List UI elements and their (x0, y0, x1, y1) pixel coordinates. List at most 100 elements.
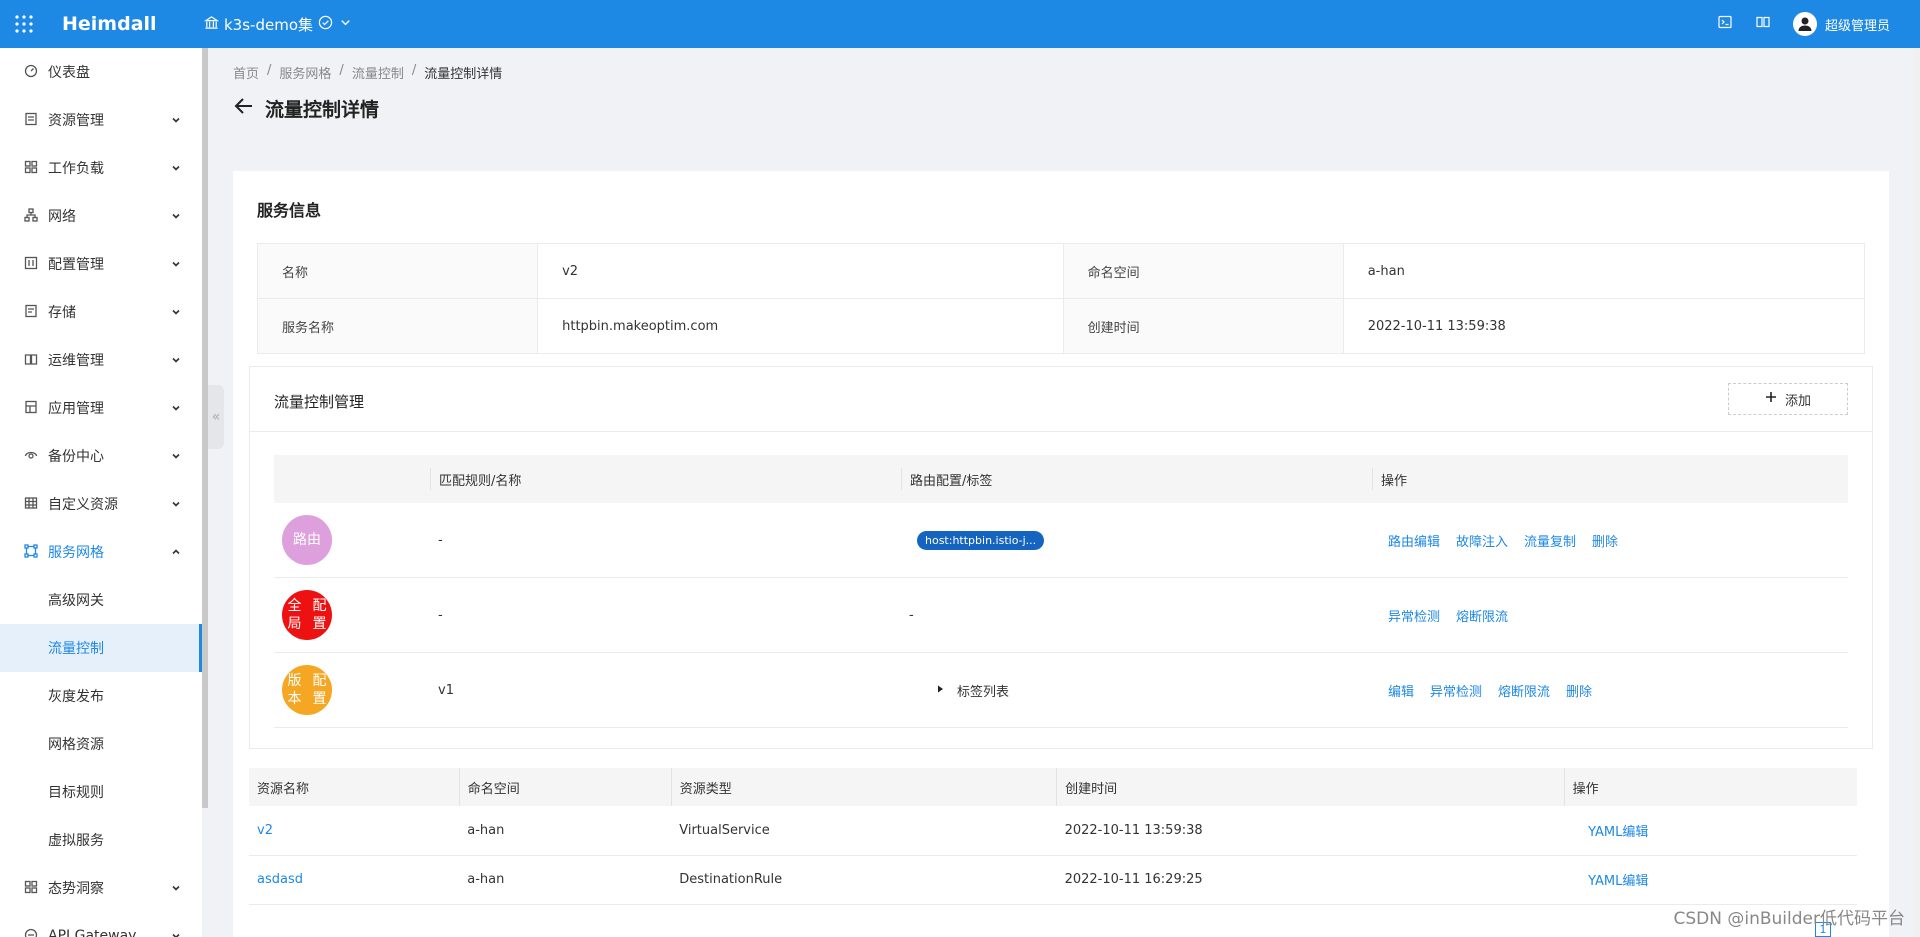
resource-name-link[interactable]: v2 (249, 806, 460, 856)
breadcrumb-separator: / (267, 63, 272, 78)
breadcrumb-home[interactable]: 首页 (233, 63, 259, 82)
cluster-selector[interactable]: k3s-demo集 (203, 14, 353, 35)
workload-icon (24, 160, 40, 176)
chevron-down-icon (172, 165, 180, 171)
caret-right-icon (935, 683, 945, 698)
sidebar-item-backup[interactable]: 备份中心 (0, 432, 202, 480)
sidebar-item-workloads[interactable]: 工作负载 (0, 144, 202, 192)
add-button[interactable]: 添加 (1728, 383, 1848, 415)
service-name-value: httpbin.makeoptim.com (537, 298, 1064, 354)
sidebar-item-apps[interactable]: 应用管理 (0, 384, 202, 432)
created-value: 2022-10-11 13:59:38 (1342, 298, 1866, 354)
outlier-detection-link[interactable]: 异常检测 (1430, 681, 1482, 700)
tag-list-toggle[interactable]: 标签列表 (935, 681, 1372, 700)
route-edit-link[interactable]: 路由编辑 (1388, 531, 1440, 550)
sidebar-subitem-virtual-services[interactable]: 虚拟服务 (0, 816, 202, 864)
sidebar-item-label: 态势洞察 (48, 881, 104, 897)
sidebar-item-label: 自定义资源 (48, 497, 118, 513)
chevron-down-icon (172, 453, 180, 459)
sidebar-item-api-gateway[interactable]: API Gateway (0, 912, 202, 937)
resource-name-link[interactable]: asdasd (249, 855, 460, 905)
resource-created: 2022-10-11 13:59:38 (1056, 806, 1565, 856)
fault-injection-link[interactable]: 故障注入 (1456, 531, 1508, 550)
sidebar-item-config[interactable]: 配置管理 (0, 240, 202, 288)
page-title: 流量控制详情 (233, 95, 379, 122)
sidebar: 仪表盘 资源管理 工作负载 网络 配置管理 存储 运维管理 应用管理 备份中心 (0, 48, 202, 937)
chevron-down-icon (172, 261, 180, 267)
delete-link[interactable]: 删除 (1592, 531, 1618, 550)
resource-created: 2022-10-11 16:29:25 (1056, 855, 1565, 905)
sidebar-item-ops[interactable]: 运维管理 (0, 336, 202, 384)
sidebar-item-network[interactable]: 网络 (0, 192, 202, 240)
version-config-badge: 版本 配置 (282, 665, 332, 715)
sidebar-item-custom-resources[interactable]: 自定义资源 (0, 480, 202, 528)
sidebar-item-label: 服务网格 (48, 545, 104, 561)
breadcrumb: 首页 / 服务网格 / 流量控制 / 流量控制详情 (233, 63, 502, 82)
badge-line: 配置 (312, 672, 327, 707)
service-info-title: 服务信息 (257, 201, 322, 220)
sidebar-item-service-mesh[interactable]: 服务网格 (0, 528, 202, 576)
resource-namespace: a-han (459, 855, 672, 905)
user-menu[interactable]: 超级管理员 (1792, 12, 1890, 36)
sidebar-item-insight[interactable]: 态势洞察 (0, 864, 202, 912)
sidebar-item-label: 资源管理 (48, 113, 104, 129)
sidebar-subitem-advanced-gateway[interactable]: 高级网关 (0, 576, 202, 624)
chevron-down-icon (172, 885, 180, 891)
route-tag[interactable]: host:httpbin.istio-j... (917, 530, 1045, 550)
page-scrollbar[interactable] (1914, 48, 1920, 937)
delete-link[interactable]: 删除 (1566, 681, 1592, 700)
breadcrumb-separator: / (339, 63, 344, 78)
book-icon[interactable] (1755, 14, 1771, 34)
traffic-mirror-link[interactable]: 流量复制 (1524, 531, 1576, 550)
service-info-table: 名称 v2 命名空间 a-han 服务名称 httpbin.makeoptim.… (256, 243, 1866, 354)
outlier-detection-link[interactable]: 异常检测 (1388, 606, 1440, 625)
back-arrow-icon[interactable] (233, 95, 255, 122)
breadcrumb-traffic-control[interactable]: 流量控制 (352, 63, 404, 82)
column-header-actions: 操作 (1372, 468, 1848, 490)
network-icon (24, 208, 40, 224)
route-badge: 路由 (282, 515, 332, 565)
badge-line: 版本 (287, 672, 302, 707)
traffic-control-panel: 流量控制管理 添加 匹配规则/名称 路由配置/标签 操作 路由 - host:h… (249, 366, 1873, 749)
resources-table: 资源名称 命名空间 资源类型 创建时间 操作 v2 a-han VirtualS… (249, 768, 1857, 905)
table-row: v2 a-han VirtualService 2022-10-11 13:59… (249, 806, 1857, 856)
match-value: - (438, 607, 443, 623)
traffic-control-title: 流量控制管理 (274, 393, 365, 411)
chevron-down-icon (172, 405, 180, 411)
sidebar-subitem-destination-rules[interactable]: 目标规则 (0, 768, 202, 816)
yaml-edit-link[interactable]: YAML编辑 (1564, 855, 1857, 905)
chevron-down-icon (172, 213, 180, 219)
circuit-breaker-link[interactable]: 熔断限流 (1498, 681, 1550, 700)
resource-type: DestinationRule (671, 855, 1057, 905)
circuit-breaker-link[interactable]: 熔断限流 (1456, 606, 1508, 625)
user-name: 超级管理员 (1824, 18, 1890, 34)
app-title: Heimdall (62, 13, 157, 35)
sidebar-subitem-canary-release[interactable]: 灰度发布 (0, 672, 202, 720)
table-row: 全局 配置 - - 异常检测 熔断限流 (274, 578, 1848, 653)
resource-type: VirtualService (671, 806, 1057, 856)
avatar (1792, 12, 1817, 36)
sidebar-item-dashboard[interactable]: 仪表盘 (0, 48, 202, 96)
column-header-match: 匹配规则/名称 (430, 468, 901, 490)
chevron-down-icon (172, 501, 180, 507)
custom-resource-icon (24, 496, 40, 512)
sidebar-item-resources[interactable]: 资源管理 (0, 96, 202, 144)
sidebar-item-storage[interactable]: 存储 (0, 288, 202, 336)
column-header-actions: 操作 (1563, 768, 1857, 806)
breadcrumb-separator: / (411, 63, 417, 78)
namespace-label: 命名空间 (1062, 243, 1344, 299)
route-value: - (909, 607, 914, 623)
add-button-label: 添加 (1784, 393, 1811, 409)
yaml-edit-link[interactable]: YAML编辑 (1564, 806, 1857, 856)
edit-link[interactable]: 编辑 (1388, 681, 1414, 700)
terminal-icon[interactable] (1717, 14, 1733, 34)
sidebar-subitem-mesh-resources[interactable]: 网格资源 (0, 720, 202, 768)
name-value: v2 (537, 243, 1064, 299)
column-header-type (274, 468, 430, 490)
table-row: asdasd a-han DestinationRule 2022-10-11 … (249, 855, 1857, 905)
column-header-namespace: 命名空间 (458, 768, 672, 806)
sidebar-subitem-traffic-control[interactable]: 流量控制 (0, 624, 202, 672)
apps-grid-icon[interactable] (0, 0, 48, 48)
breadcrumb-service-mesh[interactable]: 服务网格 (279, 63, 331, 82)
page-title-text: 流量控制详情 (265, 99, 380, 121)
